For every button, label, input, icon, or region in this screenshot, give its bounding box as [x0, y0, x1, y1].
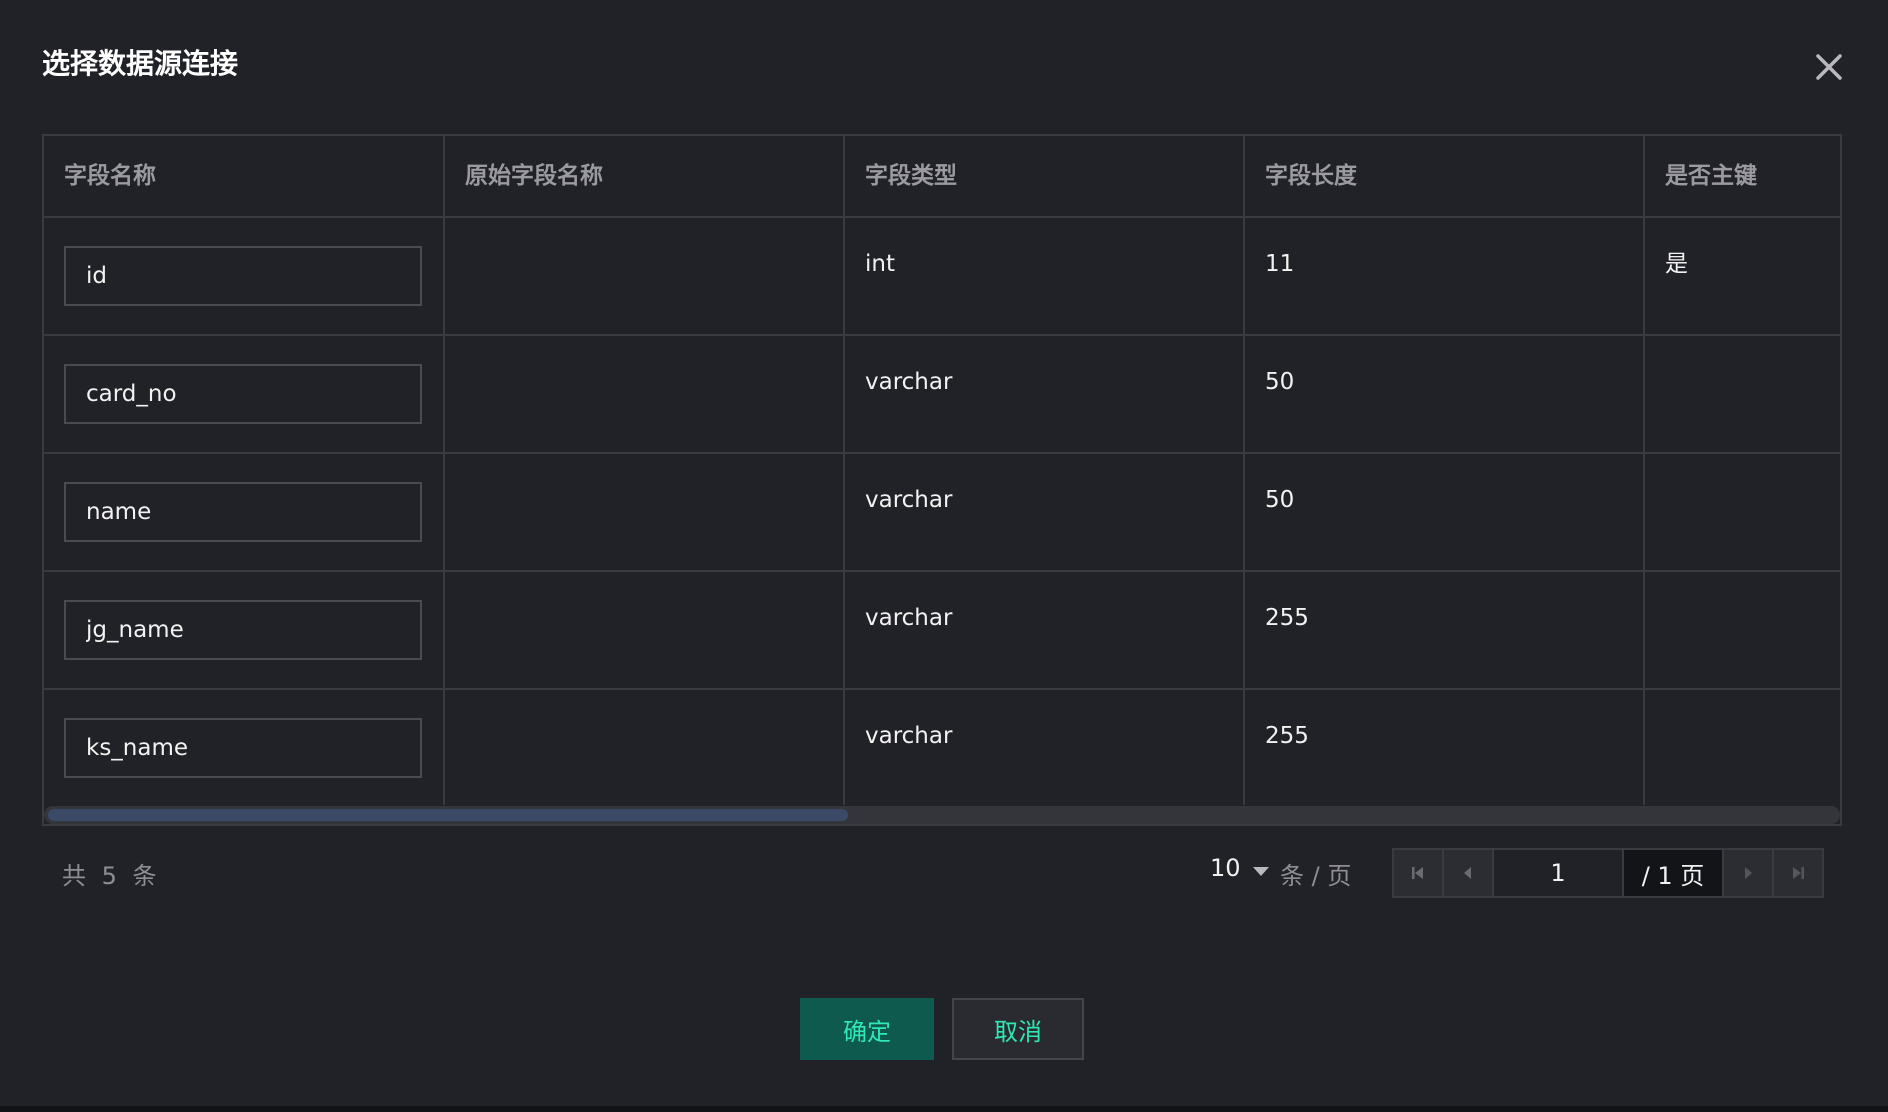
cell-field-type: varchar: [844, 335, 1245, 454]
cell-original-name: [444, 453, 845, 572]
field-name-input[interactable]: [64, 482, 422, 542]
first-page-icon: [1412, 867, 1423, 879]
header-field-name: 字段名称: [44, 136, 445, 218]
cell-field-name: [44, 571, 445, 690]
table-header-row: 字段名称 原始字段名称 字段类型 字段长度 是否主键: [44, 136, 1840, 218]
field-name-input[interactable]: [64, 600, 422, 660]
prev-page-icon: [1464, 867, 1471, 879]
cell-field-name: [44, 217, 445, 336]
cell-original-name: [444, 689, 845, 805]
cell-field-length: 255: [1244, 689, 1645, 805]
table-row: varchar 255: [44, 571, 1840, 690]
table-row: varchar 50: [44, 335, 1840, 454]
field-table: 字段名称 原始字段名称 字段类型 字段长度 是否主键 int 11 是: [42, 134, 1842, 826]
cell-primary-key: [1644, 571, 1840, 690]
cell-field-name: [44, 689, 445, 805]
field-name-input[interactable]: [64, 364, 422, 424]
cell-field-length: 50: [1244, 335, 1645, 454]
close-button[interactable]: [1812, 50, 1846, 84]
per-page-label: 条 / 页: [1280, 862, 1352, 890]
header-field-type: 字段类型: [844, 136, 1245, 218]
header-original-name: 原始字段名称: [444, 136, 845, 218]
next-page-icon: [1745, 867, 1752, 879]
cell-primary-key: 是: [1644, 217, 1840, 336]
confirm-button[interactable]: 确定: [800, 998, 934, 1060]
cell-original-name: [444, 335, 845, 454]
cell-field-type: int: [844, 217, 1245, 336]
cell-field-length: 11: [1244, 217, 1645, 336]
page-size-select[interactable]: 10: [1210, 854, 1269, 882]
total-count: 共 5 条: [62, 862, 161, 890]
header-primary-key: 是否主键: [1644, 136, 1840, 218]
bottom-edge: [0, 1106, 1888, 1112]
table-row: int 11 是: [44, 217, 1840, 336]
cell-primary-key: [1644, 689, 1840, 805]
cell-field-length: 50: [1244, 453, 1645, 572]
last-page-icon: [1793, 867, 1804, 879]
page-size-value: 10: [1210, 854, 1241, 882]
header-field-length: 字段长度: [1244, 136, 1645, 218]
field-name-input[interactable]: [64, 246, 422, 306]
cell-field-name: [44, 335, 445, 454]
cell-field-name: [44, 453, 445, 572]
close-icon: [1816, 54, 1842, 80]
caret-down-icon: [1252, 866, 1269, 876]
last-page-button[interactable]: [1772, 850, 1822, 896]
first-page-button[interactable]: [1394, 850, 1444, 896]
cell-original-name: [444, 571, 845, 690]
cell-field-type: varchar: [844, 689, 1245, 805]
cancel-button[interactable]: 取消: [952, 998, 1084, 1060]
cell-primary-key: [1644, 453, 1840, 572]
page-number-input[interactable]: [1494, 850, 1622, 896]
cell-original-name: [444, 217, 845, 336]
pagination: / 1 页: [1392, 848, 1824, 898]
field-name-input[interactable]: [64, 718, 422, 778]
cell-field-type: varchar: [844, 571, 1245, 690]
total-pages: / 1 页: [1622, 850, 1722, 896]
horizontal-scrollbar[interactable]: [44, 806, 1840, 824]
datasource-dialog: 选择数据源连接 字段名称 原始字段名称 字段类型 字段长度 是否主键 id in…: [0, 0, 1888, 1106]
scrollbar-thumb[interactable]: [48, 809, 848, 821]
cell-field-type: varchar: [844, 453, 1245, 572]
cell-primary-key: [1644, 335, 1840, 454]
next-page-button[interactable]: [1722, 850, 1772, 896]
dialog-title: 选择数据源连接: [42, 47, 239, 80]
table-row: varchar 255: [44, 689, 1840, 805]
prev-page-button[interactable]: [1444, 850, 1494, 896]
table-row: varchar 50: [44, 453, 1840, 572]
cell-field-length: 255: [1244, 571, 1645, 690]
